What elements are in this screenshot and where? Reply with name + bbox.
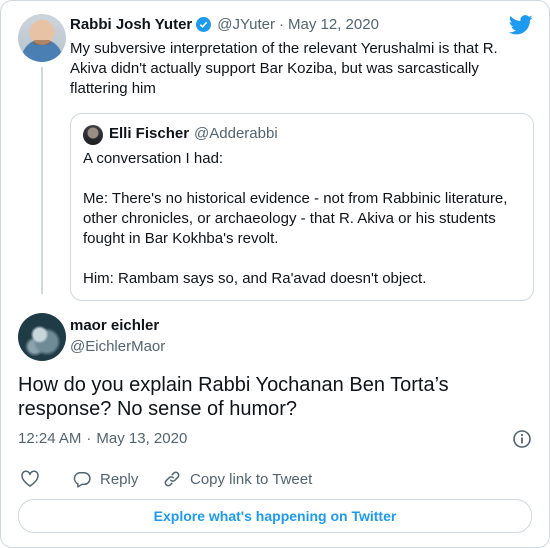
verified-badge-icon [196,17,212,32]
text-line: A conversation I had: [83,150,224,167]
copy-link-label: Copy link to Tweet [190,470,313,488]
reply-tweet-text: How do you explain Rabbi Yochanan Ben To… [18,373,518,421]
text-line: Him: Rambam says so, and Ra'avad doesn't… [83,270,427,287]
text-line: flattering him [70,80,156,97]
parent-date[interactable]: May 12, 2020 [288,16,379,33]
text-line: Akiva didn't actually support Bar Koziba… [70,60,479,77]
avatar-elli-fischer [83,125,103,145]
text-line: other chronicles, or archaeology - that … [83,210,496,227]
text-line: Me: There's no historical evidence - not… [83,190,508,207]
parent-separator: · [279,16,285,33]
quoted-handle: @Adderabbi [194,125,278,142]
reply-handle[interactable]: @EichlerMaor [70,338,165,355]
text-line: My subversive interpretation of the rele… [70,40,498,57]
reply-action[interactable]: Reply [72,469,138,489]
thread-connector-line [41,67,43,294]
heart-icon [21,470,39,487]
info-icon[interactable] [512,429,532,449]
avatar-josh-yuter[interactable] [18,14,66,62]
parent-tweet-header: Rabbi Josh Yuter @JYuter · May 12, 2020 [70,16,379,33]
reply-separator: · [86,430,92,447]
reply-timestamp[interactable]: 12:24 AM · May 13, 2020 [18,430,187,447]
parent-handle[interactable]: @JYuter [217,16,275,33]
text-line: response? No sense of humor? [18,398,298,420]
quoted-tweet-header: Elli Fischer @Adderabbi [109,125,278,142]
quoted-tweet-text: A conversation I had: Me: There's no his… [83,149,523,289]
text-line: fought in Bar Kokhba's revolt. [83,230,279,247]
avatar-maor-eichler[interactable] [18,313,66,361]
reply-author-name[interactable]: maor eichler [70,317,159,334]
quoted-tweet[interactable]: Elli Fischer @Adderabbi A conversation I… [70,113,534,301]
parent-author-name[interactable]: Rabbi Josh Yuter [70,16,192,33]
parent-tweet-text: My subversive interpretation of the rele… [70,39,510,99]
reply-label: Reply [100,470,139,488]
reply-time: 12:24 AM [18,430,82,447]
reply-icon [73,472,91,488]
twitter-logo-icon[interactable] [509,15,533,35]
like-action[interactable] [20,469,40,489]
explore-twitter-button[interactable]: Explore what's happening on Twitter [18,499,532,533]
copy-link-action[interactable]: Copy link to Tweet [162,469,312,489]
quoted-author-name: Elli Fischer [109,125,190,142]
link-icon [164,471,180,487]
tweet-embed-card: Rabbi Josh Yuter @JYuter · May 12, 2020 … [0,0,550,548]
text-line: How do you explain Rabbi Yochanan Ben To… [18,374,449,396]
reply-date: May 13, 2020 [96,430,188,447]
